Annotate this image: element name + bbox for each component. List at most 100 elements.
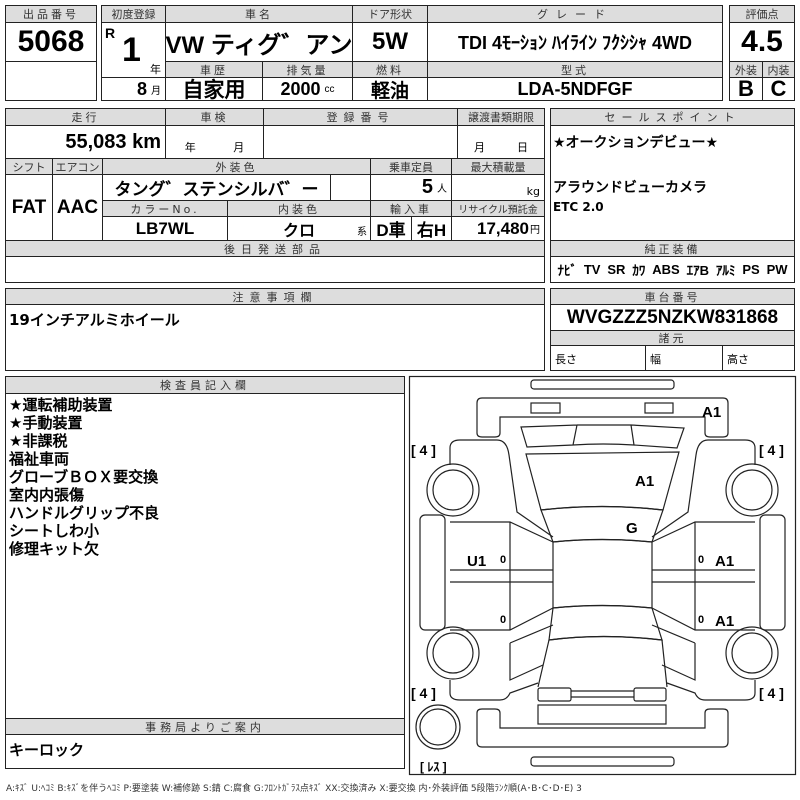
- rear-bumper: [476, 708, 729, 748]
- ext-color-blank: [330, 174, 371, 201]
- sales-points: ★オークションデビュー★ アラウンドビューカメラ ETC 2.0: [550, 125, 795, 241]
- inspector-item: グローブＢＯＸ要交換: [9, 468, 159, 486]
- first-reg-year-cell: R 1 年: [101, 22, 166, 78]
- rear-bumper-bar: [530, 756, 675, 767]
- damage-right-front-door: A1: [715, 553, 734, 570]
- reg-year: 1: [122, 31, 141, 70]
- import-label: 輸入車: [370, 200, 452, 217]
- equipment-item: PS: [742, 262, 760, 277]
- trunk: [537, 635, 668, 688]
- lot-label: 出品番号: [5, 5, 97, 23]
- mileage: 55,083 km: [5, 125, 166, 159]
- first-reg-label: 初度登録: [101, 5, 166, 23]
- fuel: 軽油: [352, 77, 428, 101]
- displacement: 2000 cc: [262, 77, 353, 101]
- equipment-label: 純正装備: [550, 240, 795, 257]
- sales-point: アラウンドビューカメラ: [553, 180, 707, 196]
- score: 4.5: [729, 22, 795, 62]
- recycle-value: 17,480: [477, 218, 529, 238]
- inspector-item: 室内内張傷: [9, 486, 85, 504]
- year-unit: 年: [150, 63, 161, 76]
- grade-label: グレード: [427, 5, 723, 23]
- car-damage-diagram: A1 A1 G U1 A1 A1 [ 4 ] [ 4 ] [ 4 ] [ 4 ]…: [408, 375, 797, 776]
- headlight-right: [644, 402, 674, 414]
- inspector-item: ハンドルグリップ不良: [9, 504, 160, 522]
- zero-mark: 0: [698, 554, 704, 566]
- inspector-notes: ★運転補助装置 ★手動装置 ★非課税 福祉車両 グローブＢＯＸ要交換 室内内張傷…: [5, 393, 405, 719]
- grille: [520, 424, 685, 449]
- year-unit: 年: [184, 141, 196, 154]
- door-label: ドア形状: [352, 5, 428, 23]
- transfer-label: 譲渡書類期限: [457, 108, 545, 126]
- int-color: クロ 系: [227, 216, 371, 241]
- car-name: VW ティグ゛アン: [165, 22, 353, 62]
- month-unit: 月: [233, 141, 245, 154]
- sales-point: ★オークションデビュー★: [553, 135, 719, 151]
- notes-label: 注意事項欄: [5, 288, 545, 305]
- spec-width: 幅: [645, 345, 723, 371]
- inspector-item: ★手動装置: [9, 414, 83, 432]
- later-parts-label: 後日発送部品: [5, 240, 545, 257]
- damage-hood: A1: [635, 473, 654, 490]
- equipment-item: TV: [583, 262, 601, 277]
- tread-rear-left: [ 4 ]: [411, 685, 436, 701]
- reg-month: 8月: [101, 77, 166, 101]
- notes: 19インチアルミホイール: [5, 304, 545, 371]
- equipment-item: SR: [607, 262, 626, 277]
- hood: [525, 451, 680, 511]
- capacity-label: 乗車定員: [370, 158, 452, 175]
- equipment-item: ﾅﾋﾞ: [557, 263, 577, 278]
- history-label: 車歴: [165, 61, 263, 78]
- ext-grade: B: [729, 77, 763, 101]
- zero-mark: 0: [698, 614, 704, 626]
- spare-tire-label: [ ﾚｽ ]: [420, 760, 447, 774]
- chassis-label: 車台番号: [550, 288, 795, 305]
- front-bumper: [476, 397, 729, 438]
- max-load-label: 最大積載量: [451, 158, 545, 175]
- diagram-frame: [408, 375, 797, 776]
- office-text: キーロック: [9, 741, 85, 759]
- rear-garnish: [571, 690, 634, 698]
- recycle-label: リサイクル預託金: [451, 200, 545, 217]
- legend: A:ｷｽﾞ U:ﾍｺﾐ B:ｷｽﾞを伴うﾍｺﾐ P:要塗装 W:補修跡 S:錆 …: [6, 784, 582, 794]
- int-color-value: クロ: [282, 222, 315, 240]
- inspector-item: シートしわ小: [9, 522, 100, 540]
- spec-length: 長さ: [550, 345, 646, 371]
- taillight-right: [633, 687, 667, 702]
- damage-windshield: G: [626, 520, 638, 537]
- aircon: AAC: [52, 174, 103, 241]
- person-unit: 人: [437, 184, 447, 195]
- left-side-skirt: [419, 514, 446, 631]
- tread-rear-right: [ 4 ]: [759, 685, 784, 701]
- rear-panel: [537, 704, 667, 725]
- reg-month-value: 8: [136, 78, 147, 99]
- reg-no: [263, 125, 458, 159]
- inspector-list: ★運転補助装置 ★手動装置 ★非課税 福祉車両 グローブＢＯＸ要交換 室内内張傷…: [9, 396, 159, 558]
- int-label: 内装: [762, 61, 795, 78]
- door-type: 5W: [352, 22, 428, 62]
- tread-front-left: [ 4 ]: [411, 442, 436, 458]
- lot-blank: [5, 61, 97, 101]
- windshield: [540, 505, 664, 543]
- displacement-value: 2000: [280, 78, 321, 99]
- fuel-label: 燃料: [352, 61, 428, 78]
- roof: [552, 538, 653, 609]
- handle-side: 右H: [411, 216, 452, 241]
- model-code: LDA-5NDFGF: [427, 77, 723, 101]
- car-name-label: 車名: [165, 5, 353, 23]
- equipment-item: ABS: [652, 262, 680, 277]
- chassis-number: WVGZZZ5NZKW831868: [550, 304, 795, 331]
- note-text: 19インチアルミホイール: [9, 311, 180, 329]
- import-type: D車: [370, 216, 412, 241]
- max-load: kg: [451, 174, 545, 201]
- color-no-label: カラーNo.: [102, 200, 228, 217]
- specs-label: 諸元: [550, 330, 795, 346]
- cc-unit: cc: [324, 83, 335, 95]
- grade: TDI 4ﾓｰｼｮﾝ ﾊｲﾗｲﾝ ﾌｸｼｼｬ 4WD: [427, 22, 723, 62]
- damage-left-front-door: U1: [467, 553, 486, 570]
- shift: FAT: [5, 174, 53, 241]
- equipment-item: PW: [766, 262, 788, 277]
- month-unit: 月: [151, 85, 161, 97]
- aircon-label: エアコン: [52, 158, 103, 175]
- yen-unit: 円: [530, 225, 540, 236]
